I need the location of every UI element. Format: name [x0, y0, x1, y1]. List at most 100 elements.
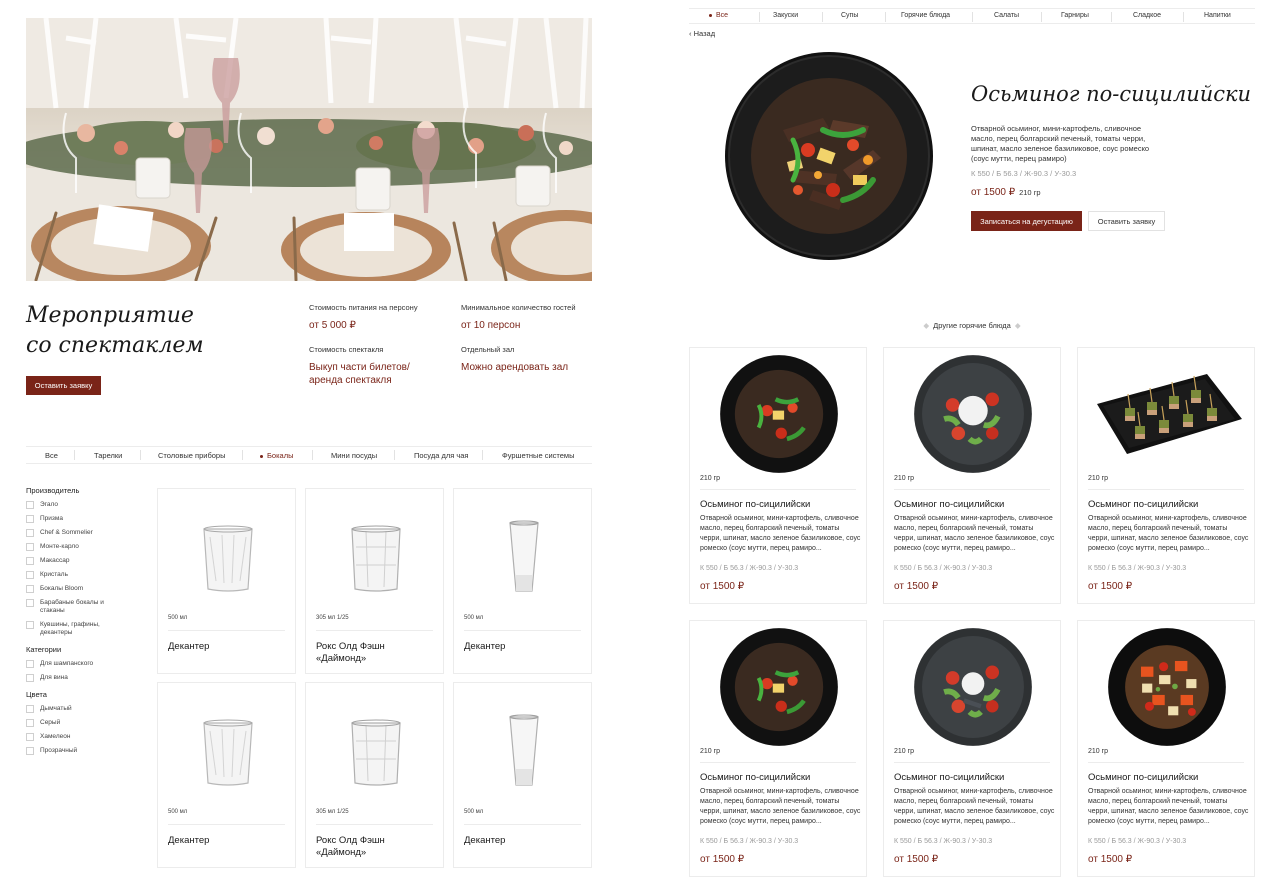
filter-checkbox[interactable]: Кувшины, графины, декантеры — [26, 621, 116, 637]
dish-price: от 1500 ₽ — [894, 581, 939, 592]
tab-tea-ware[interactable]: Посуда для чая — [414, 451, 468, 460]
dish-card[interactable]: 210 гр Осьминог по-сицилийски Отварной о… — [689, 347, 867, 604]
filter-checkbox[interactable]: Барабаные бокалы и стаканы — [26, 599, 116, 615]
dish-name: Осьминог по-сицилийски — [1088, 772, 1199, 783]
divider — [316, 824, 433, 825]
menu-tab-hot-dishes[interactable]: Горячие блюда — [901, 12, 950, 19]
dish-description: Отварной осьминог, мини-картофель, сливо… — [1088, 515, 1249, 552]
tab-mini-dishes[interactable]: Мини посуды — [331, 451, 377, 460]
filter-checkbox[interactable]: Хамелеон — [26, 733, 146, 741]
menu-tab-drinks[interactable]: Напитки — [1204, 12, 1231, 19]
divider — [1088, 489, 1244, 490]
book-tasting-button[interactable]: Записаться на дегустацию — [971, 211, 1082, 231]
filter-label: Хамелеон — [40, 733, 71, 740]
menu-tab-desserts[interactable]: Сладкое — [1133, 12, 1161, 19]
filter-label: Chef & Sommelier — [40, 529, 93, 536]
tumbler-glass-icon — [158, 517, 297, 607]
tab-divider — [1111, 12, 1112, 22]
tab-glasses[interactable]: Бокалы — [260, 451, 293, 460]
stone-plate-salad-icon — [884, 628, 1062, 746]
dish-card[interactable]: 210 гр Осьминог по-сицилийски Отварной о… — [883, 620, 1061, 877]
dish-price-value: от 1500 ₽ — [971, 187, 1016, 198]
divider — [464, 630, 581, 631]
dish-weight: 210 гр — [1088, 475, 1109, 482]
filter-checkbox[interactable]: Монте-карло — [26, 543, 146, 551]
filter-checkbox[interactable]: Макассар — [26, 557, 146, 565]
dish-card[interactable]: 210 гр Осьминог по-сицилийски Отварной о… — [1077, 347, 1255, 604]
filter-checkbox[interactable]: Для вина — [26, 674, 146, 682]
info-label: Стоимость спектакля — [309, 345, 384, 354]
info-label: Стоимость питания на персону — [309, 303, 418, 312]
filter-label: Эгало — [40, 501, 58, 508]
dish-name: Осьминог по-сицилийски — [700, 772, 811, 783]
product-card[interactable]: 500 мл Декантер — [157, 488, 296, 674]
product-card[interactable]: 305 мл 1/25 Рокс Олд Фэшн «Даймонд» — [305, 488, 444, 674]
dish-nutrition: К 550 / Б 56.3 / Ж-90.3 / У-30.3 — [894, 565, 993, 572]
menu-tab-salads[interactable]: Салаты — [994, 12, 1019, 19]
diamond-icon: ◆ — [1014, 321, 1021, 330]
info-label: Отдельный зал — [461, 345, 515, 354]
menu-tab-sides[interactable]: Гарниры — [1061, 12, 1089, 19]
tab-buffet-systems[interactable]: Фуршетные системы — [502, 451, 574, 460]
product-name: Декантер — [464, 641, 506, 652]
menu-tab-starters[interactable]: Закуски — [773, 12, 798, 19]
tumbler-glass-icon — [158, 711, 297, 801]
dish-nutrition: К 550 / Б 56.3 / Ж-90.3 / У-30.3 — [700, 838, 799, 845]
product-card[interactable]: 500 мл Декантер — [453, 682, 592, 868]
menu-tab-soups[interactable]: Супы — [841, 12, 858, 19]
filter-label: Макассар — [40, 557, 70, 564]
filter-checkbox[interactable]: Дымчатый — [26, 705, 146, 713]
checkbox-icon — [26, 719, 34, 727]
dish-card[interactable]: 210 гр Осьминог по-сицилийски Отварной о… — [689, 620, 867, 877]
dish-price: от 1500 ₽ — [700, 581, 745, 592]
dish-nutrition: К 550 / Б 56.3 / Ж-90.3 / У-30.3 — [1088, 565, 1187, 572]
dish-card[interactable]: 210 гр Осьминог по-сицилийски Отварной о… — [883, 347, 1061, 604]
info-value: Выкуп части билетов/ аренда спектакля — [309, 362, 410, 386]
dish-nutrition: К 550 / Б 56.3 / Ж-90.3 / У-30.3 — [971, 169, 1077, 178]
product-card[interactable]: 500 мл Декантер — [453, 488, 592, 674]
filter-label: Серый — [40, 719, 61, 726]
filter-label: Бокалы Bloom — [40, 585, 84, 592]
dish-description: Отварной осьминог, мини-картофель, сливо… — [971, 124, 1150, 163]
product-volume: 500 мл — [464, 615, 484, 621]
info-value: от 10 персон — [461, 320, 521, 331]
leave-request-button[interactable]: Оставить заявку — [1088, 211, 1165, 231]
dish-card[interactable]: 210 гр Осьминог по-сицилийски Отварной о… — [1077, 620, 1255, 877]
tab-plates[interactable]: Тарелки — [94, 451, 122, 460]
checkbox-icon — [26, 747, 34, 755]
tab-divider — [1041, 12, 1042, 22]
tab-divider — [482, 450, 483, 460]
tab-divider — [140, 450, 141, 460]
leave-request-button[interactable]: Оставить заявку — [26, 376, 101, 395]
dish-name: Осьминог по-сицилийски — [1088, 499, 1199, 510]
filter-checkbox[interactable]: Chef & Sommelier — [26, 529, 146, 537]
product-card[interactable]: 500 мл Декантер — [157, 682, 296, 868]
menu-tab-all[interactable]: Все — [709, 12, 728, 19]
dish-name: Осьминог по-сицилийски — [700, 499, 811, 510]
tab-divider — [1183, 12, 1184, 22]
filter-checkbox[interactable]: Для шампанского — [26, 660, 146, 668]
shot-glass-icon — [454, 711, 593, 801]
tab-cutlery[interactable]: Столовые приборы — [158, 451, 226, 460]
filter-checkbox[interactable]: Эгало — [26, 501, 146, 509]
tab-all[interactable]: Все — [45, 451, 58, 460]
filter-checkbox[interactable]: Серый — [26, 719, 146, 727]
filter-checkbox[interactable]: Бокалы Bloom — [26, 585, 146, 593]
back-link[interactable]: ‹ Назад — [689, 29, 715, 38]
menu-tab-all-label: Все — [716, 12, 729, 19]
dish-weight: 210 гр — [1088, 748, 1109, 755]
dish-nutrition: К 550 / Б 56.3 / Ж-90.3 / У-30.3 — [1088, 838, 1187, 845]
tab-divider — [394, 450, 395, 460]
dish-weight: 210 гр — [700, 475, 721, 482]
filter-label: Дымчатый — [40, 705, 72, 712]
filter-label: Для шампанского — [40, 660, 94, 667]
filter-checkbox[interactable]: Кристаль — [26, 571, 146, 579]
product-volume: 500 мл — [168, 615, 188, 621]
filter-checkbox[interactable]: Прозрачный — [26, 747, 146, 755]
event-hero-photo — [26, 18, 592, 281]
filter-checkbox[interactable]: Призма — [26, 515, 146, 523]
table-setting-photo — [26, 18, 592, 281]
product-card[interactable]: 305 мл 1/25 Рокс Олд Фэшн «Даймонд» — [305, 682, 444, 868]
product-volume: 500 мл — [464, 809, 484, 815]
menu-tabs: Все Закуски Супы Горячие блюда Салаты Га… — [689, 8, 1255, 24]
